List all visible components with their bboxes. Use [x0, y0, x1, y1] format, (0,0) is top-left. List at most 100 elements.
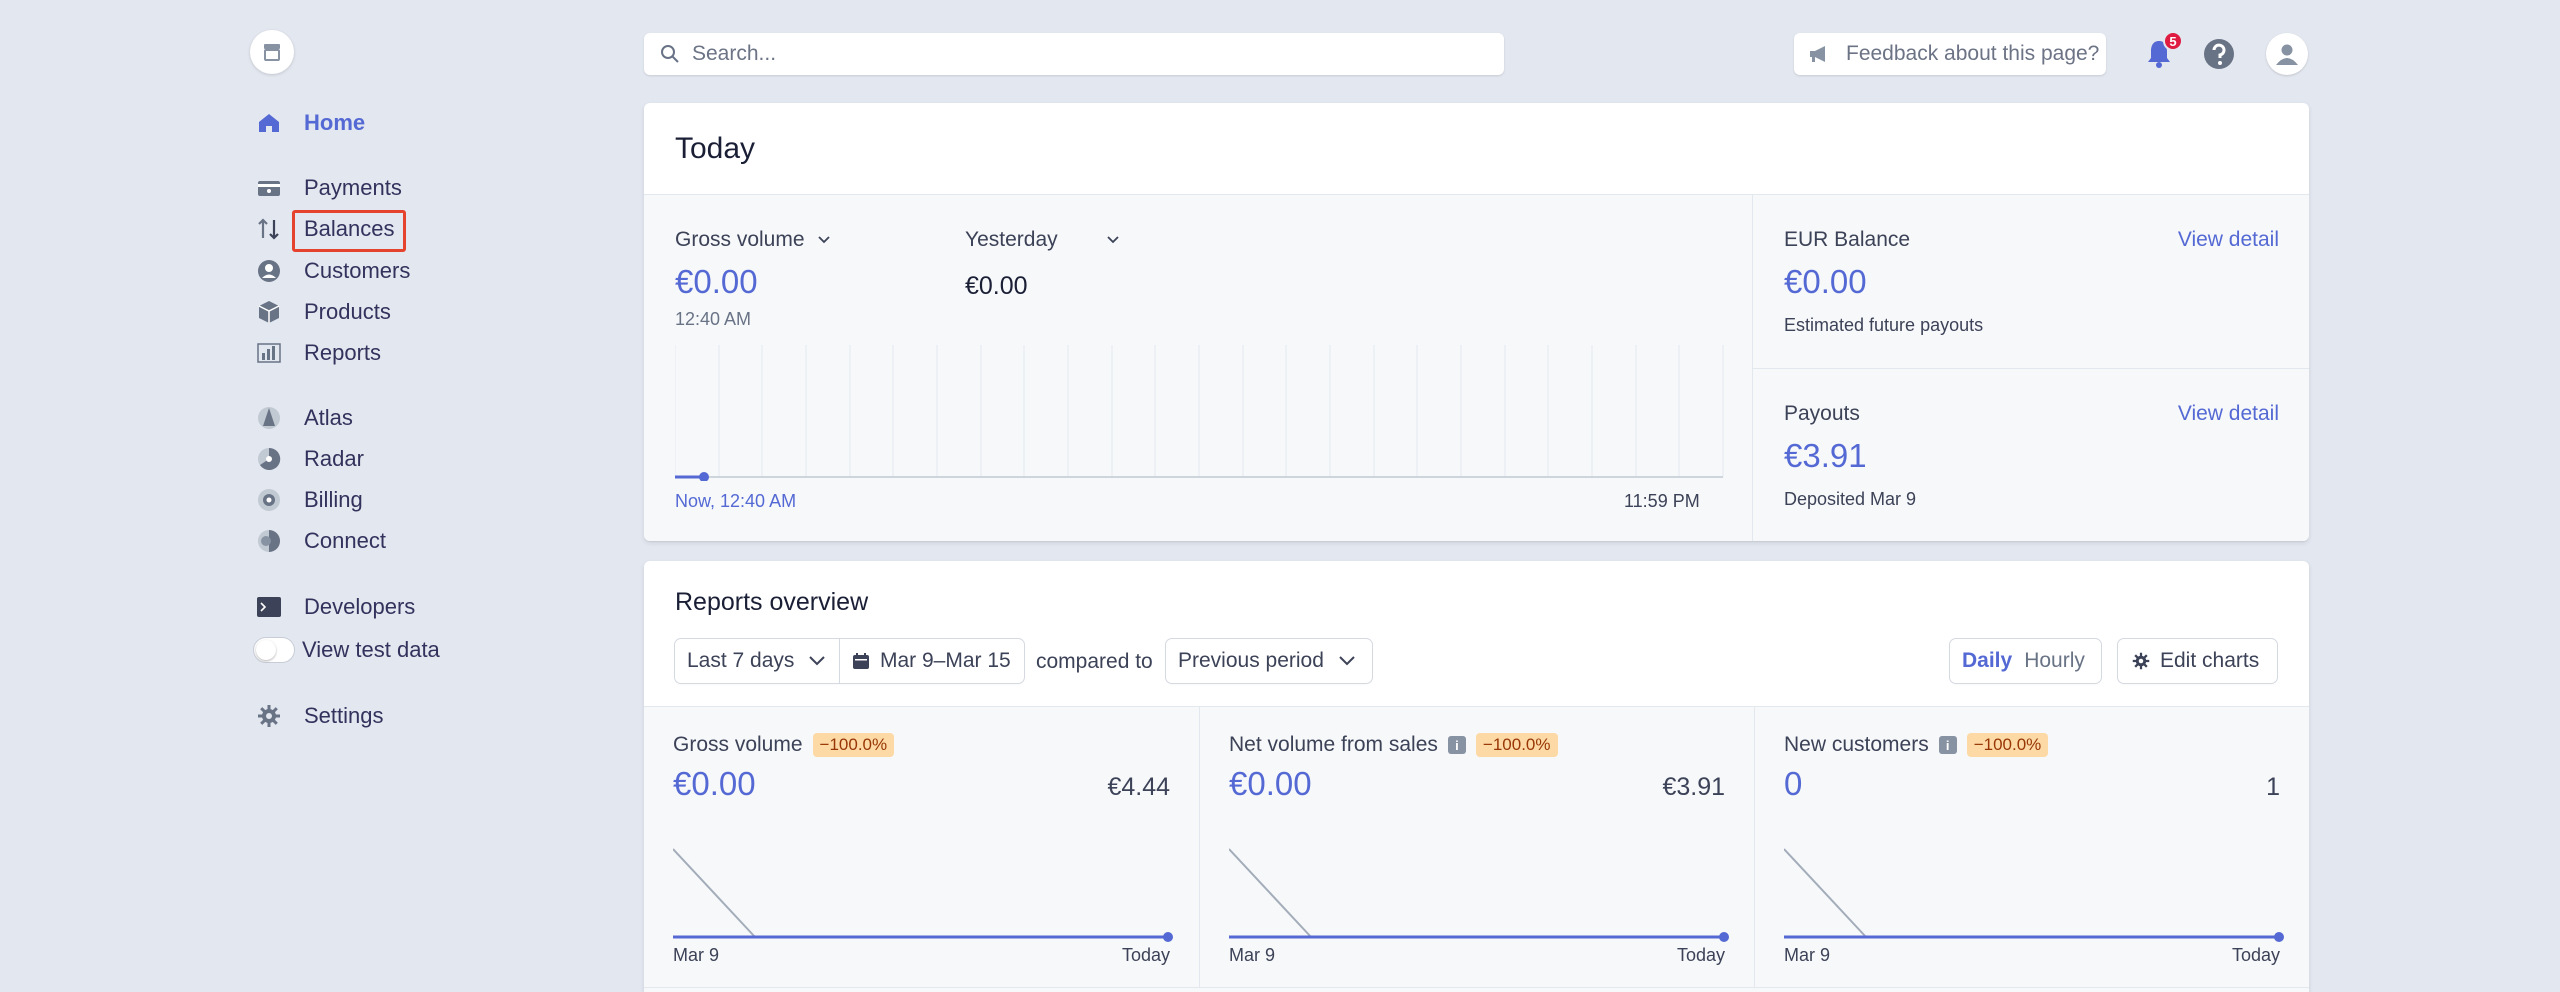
home-icon	[256, 110, 282, 136]
compare-value: €0.00	[965, 272, 1028, 300]
metric-previous-value: €3.91	[1662, 773, 1725, 801]
sidebar-item-billing[interactable]: Billing	[256, 485, 363, 515]
sidebar-item-label: Billing	[304, 487, 363, 512]
sidebar-item-label: Balances	[304, 216, 395, 241]
metric-new-customers[interactable]: New customers i −100.0% 0 1 Mar 9 Today	[1754, 707, 2309, 987]
store-icon	[264, 44, 280, 61]
daily-option[interactable]: Daily	[1962, 649, 2012, 673]
avatar[interactable]	[2266, 33, 2308, 75]
reports-card: Reports overview Last 7 days Mar 9–Mar 1…	[644, 561, 2309, 992]
today-chart	[675, 345, 1724, 481]
metric-label: New customers	[1784, 733, 1929, 756]
sidebar-item-label: Products	[304, 299, 391, 324]
chart-gridlines	[675, 345, 1724, 477]
hourly-option[interactable]: Hourly	[2024, 649, 2085, 673]
chevron-down-icon	[817, 236, 830, 244]
metric-sparkline	[1229, 848, 1729, 942]
compared-to-label: compared to	[1036, 650, 1153, 673]
balance-panel: EUR Balance View detail €0.00 Estimated …	[1752, 195, 2309, 541]
axis-end-label: Today	[2231, 945, 2280, 965]
metric-sparkline	[1784, 848, 2284, 942]
toggle-switch[interactable]	[254, 638, 294, 662]
interval-toggle[interactable]: Daily Hourly	[1950, 639, 2101, 683]
search-input[interactable]	[692, 42, 1452, 66]
metric-previous-value: 1	[2266, 773, 2280, 801]
sidebar-item-label: Reports	[304, 340, 382, 365]
today-body: Gross volume €0.00 12:40 AM Yesterday €0…	[644, 195, 2309, 541]
gross-volume-label: Gross volume	[675, 228, 805, 251]
reports-title: Reports overview	[675, 588, 869, 616]
test-data-label: View test data	[302, 637, 440, 662]
divider	[644, 987, 2309, 988]
balance-view-detail-link[interactable]: View detail	[2178, 228, 2279, 252]
axis-start-label: Mar 9	[1784, 945, 1831, 965]
account-logo[interactable]	[250, 30, 294, 74]
today-current-point	[699, 472, 709, 481]
feedback-button[interactable]: Feedback about this page?	[1794, 33, 2106, 75]
sidebar-item-products[interactable]: Products	[256, 297, 391, 327]
payouts-value: €3.91	[1784, 437, 1867, 474]
metric-value: €0.00	[1229, 765, 1312, 802]
metric-label-row: New customers i −100.0%	[1784, 733, 2049, 757]
sidebar-item-atlas[interactable]: Atlas	[256, 403, 353, 433]
compare-dropdown[interactable]: Yesterday	[965, 228, 1120, 252]
info-icon[interactable]: i	[1938, 736, 1957, 754]
sidebar-item-developers[interactable]: Developers	[256, 592, 415, 622]
terminal-icon	[256, 594, 282, 620]
divider	[1753, 368, 2309, 369]
help-icon	[2204, 39, 2234, 69]
metric-sparkline	[673, 848, 1173, 942]
chart-axis-end: 11:59 PM	[1624, 491, 1700, 511]
metric-gross-volume[interactable]: Gross volume −100.0% €0.00 €4.44 Mar 9 T…	[644, 707, 1199, 987]
sidebar-item-settings[interactable]: Settings	[256, 701, 384, 731]
range-select[interactable]: Last 7 days	[675, 639, 841, 683]
date-range-button[interactable]: Mar 9–Mar 15	[840, 639, 1024, 683]
axis-end-label: Today	[1121, 945, 1170, 965]
today-card: Today Gross volume €0.00 12:40 AM Yester…	[644, 103, 2309, 541]
products-icon	[256, 299, 282, 325]
gear-icon	[2132, 652, 2150, 670]
sidebar-item-reports[interactable]: Reports	[256, 338, 381, 368]
sidebar-item-label: Customers	[304, 258, 411, 283]
search-icon	[661, 45, 679, 63]
comparison-label: Previous period	[1178, 649, 1324, 672]
current-point	[1163, 932, 1173, 942]
change-badge: −100.0%	[812, 733, 895, 757]
sidebar-item-label: Connect	[304, 528, 386, 553]
reports-metrics: Gross volume −100.0% €0.00 €4.44 Mar 9 T…	[644, 706, 2309, 992]
metric-label: Gross volume	[673, 733, 803, 756]
test-data-toggle[interactable]: View test data	[254, 635, 440, 665]
payouts-view-detail-link[interactable]: View detail	[2178, 402, 2279, 426]
sidebar-item-label: Payments	[304, 175, 402, 200]
metric-net-volume[interactable]: Net volume from sales i −100.0% €0.00 €3…	[1199, 707, 1754, 987]
radar-icon	[256, 446, 282, 472]
atlas-icon	[256, 405, 282, 431]
sidebar-item-label: Developers	[304, 594, 416, 619]
sidebar-item-home[interactable]: Home	[256, 108, 365, 138]
help-button[interactable]	[2198, 33, 2240, 75]
change-badge: −100.0%	[1966, 733, 2049, 757]
chevron-down-icon	[1339, 656, 1355, 666]
notification-badge: 5	[2163, 31, 2183, 51]
sidebar-item-customers[interactable]: Customers	[256, 256, 410, 286]
metric-previous-value: €4.44	[1107, 773, 1170, 801]
edit-charts-button[interactable]: Edit charts	[2118, 639, 2277, 683]
axis-start-label: Mar 9	[1229, 945, 1276, 965]
gross-volume-time: 12:40 AM	[675, 309, 752, 329]
sidebar-item-payments[interactable]: Payments	[256, 173, 402, 203]
search-bar[interactable]	[644, 33, 1504, 75]
previous-period-line	[1784, 848, 1867, 938]
info-icon[interactable]: i	[1447, 736, 1466, 754]
metric-label-row: Gross volume −100.0%	[673, 733, 895, 757]
axis-end-label: Today	[1676, 945, 1725, 965]
balance-value: €0.00	[1784, 263, 1867, 300]
sidebar-item-connect[interactable]: Connect	[256, 526, 386, 556]
sidebar-item-radar[interactable]: Radar	[256, 444, 364, 474]
sidebar-item-balances[interactable]: Balances	[256, 214, 395, 244]
range-label: Last 7 days	[687, 649, 795, 672]
gross-volume-dropdown[interactable]: Gross volume	[675, 228, 831, 252]
chart-axis-start: Now, 12:40 AM	[675, 491, 797, 511]
gear-icon	[256, 703, 282, 729]
reports-icon	[256, 340, 282, 366]
comparison-select[interactable]: Previous period	[1166, 639, 1372, 683]
